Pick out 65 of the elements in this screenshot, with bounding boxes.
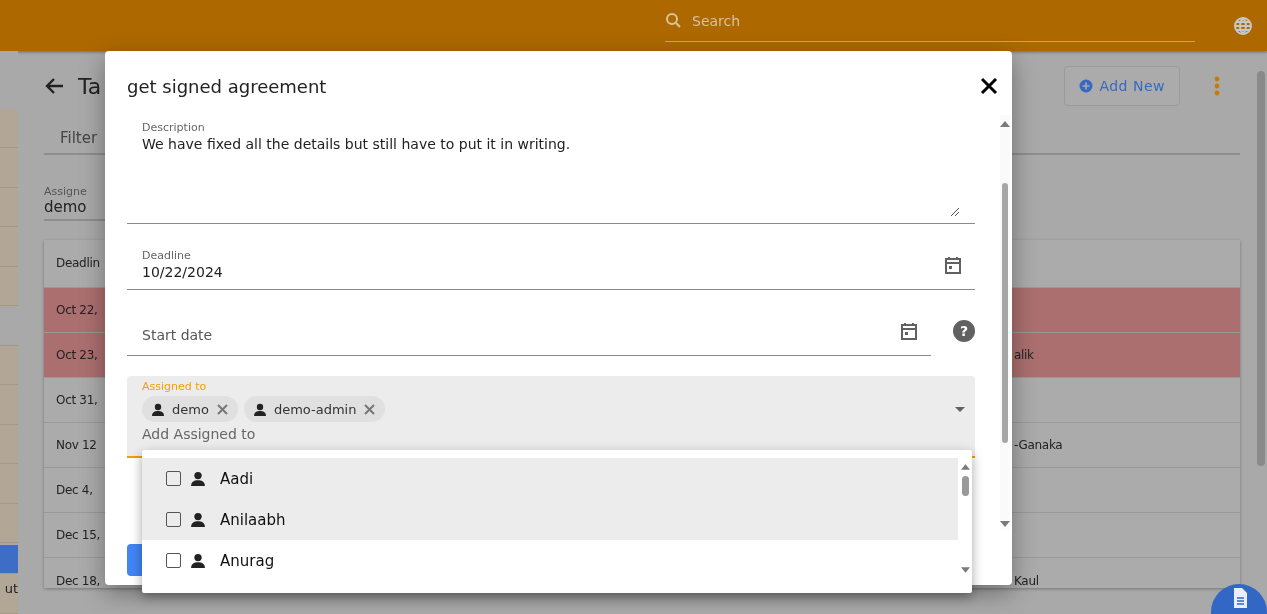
assignee-cell: alik <box>1014 348 1034 362</box>
search-bar[interactable]: Search <box>665 0 1195 42</box>
sidebar-item[interactable] <box>0 545 18 575</box>
user-chip[interactable]: demo-admin <box>243 396 386 422</box>
user-chip[interactable]: demo <box>142 396 238 422</box>
resize-handle-icon[interactable] <box>950 207 960 217</box>
field-placeholder: Add Assigned to <box>142 426 257 442</box>
more-menu-icon[interactable] <box>1214 76 1220 96</box>
remove-icon[interactable] <box>216 403 228 415</box>
close-icon[interactable] <box>980 77 998 95</box>
scroll-down-icon[interactable] <box>960 567 970 573</box>
date-cell: Dec 15, <box>56 528 101 542</box>
page-title: Ta <box>78 73 102 99</box>
option-item[interactable]: Anilaabh <box>142 499 958 540</box>
search-field[interactable]: Search <box>692 5 1195 36</box>
scrollbar[interactable] <box>1000 115 1010 530</box>
calendar-icon[interactable] <box>944 255 962 274</box>
document-icon <box>1231 588 1247 608</box>
field-value: We have fixed all the details but still have to put it in writing. <box>142 136 572 152</box>
person-icon <box>191 512 205 527</box>
person-icon <box>191 553 205 568</box>
scrollbar-thumb[interactable] <box>1002 183 1008 443</box>
field-value: 10/22/2024 <box>142 264 224 280</box>
checkbox[interactable] <box>166 512 181 527</box>
date-cell: Dec 4, <box>56 483 93 497</box>
dialog-title: get signed agreement <box>127 75 327 97</box>
calendar-icon[interactable] <box>900 321 918 340</box>
date-cell: Oct 22, <box>56 303 98 317</box>
person-icon <box>152 402 164 416</box>
sidebar-item[interactable]: ut <box>0 574 18 614</box>
search-icon <box>665 12 682 29</box>
remove-icon[interactable] <box>364 403 376 415</box>
option-item[interactable]: Aadi <box>142 458 958 499</box>
back-arrow-icon[interactable] <box>44 76 66 96</box>
person-icon <box>191 471 205 486</box>
globe-icon[interactable] <box>1233 15 1253 36</box>
checkbox[interactable] <box>166 553 181 568</box>
field-label: Description <box>142 121 206 134</box>
person-icon <box>253 402 266 416</box>
field-label: Deadline <box>142 249 192 262</box>
date-cell: Nov 12 <box>56 438 97 452</box>
caret-down-icon[interactable] <box>955 407 965 412</box>
scrollbar-thumb[interactable] <box>961 476 969 496</box>
assignee-cell: -Ganaka <box>1014 438 1063 452</box>
checkbox[interactable] <box>166 471 181 486</box>
date-cell: Oct 31, <box>56 393 98 407</box>
plus-circle-icon <box>1079 79 1094 93</box>
scroll-down-icon[interactable] <box>1000 521 1010 527</box>
assigned-to-field[interactable]: Assigned to demo demo-admin Add Assigned to <box>127 376 975 458</box>
date-field[interactable]: Start date <box>127 306 931 356</box>
date-field[interactable]: Deadline 10/22/2024 <box>127 240 975 290</box>
scrollbar[interactable] <box>1257 71 1265 466</box>
help-icon[interactable]: ? <box>953 320 975 342</box>
date-cell: Dec 18, <box>56 574 101 588</box>
option-item[interactable]: Anurag <box>142 540 958 581</box>
assignee-cell: Kaul <box>1014 574 1039 588</box>
field-label: Assigned to <box>142 380 208 393</box>
scroll-up-icon[interactable] <box>1000 121 1010 127</box>
field-placeholder: Start date <box>142 325 214 343</box>
field-value: demo <box>44 198 88 216</box>
field-label: Assigne <box>44 185 88 198</box>
date-cell: Oct 23, <box>56 348 98 362</box>
document-button[interactable] <box>1211 584 1267 614</box>
scroll-up-icon[interactable] <box>960 464 970 470</box>
description-field[interactable]: Description We have fixed all the details but still have to put it in writing. <box>127 115 975 224</box>
